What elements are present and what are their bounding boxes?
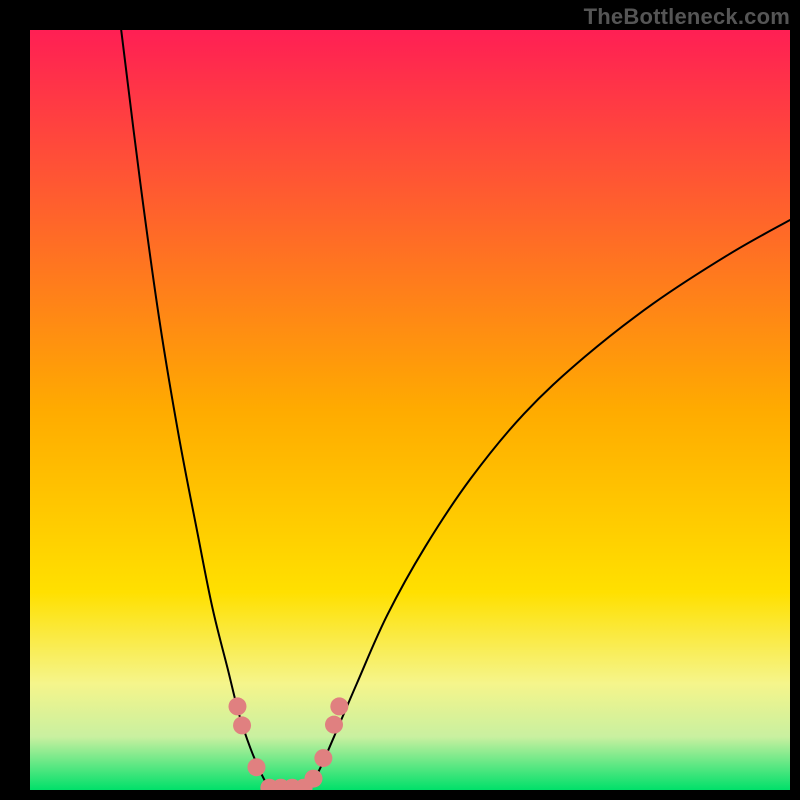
marker-right-dot-4	[330, 697, 348, 715]
chart-svg	[30, 30, 790, 790]
watermark-text: TheBottleneck.com	[584, 4, 790, 30]
marker-right-dot-1	[304, 770, 322, 788]
marker-left-dot-2	[233, 716, 251, 734]
marker-left-dot-3	[247, 758, 265, 776]
chart-background	[30, 30, 790, 790]
chart-frame: TheBottleneck.com	[0, 0, 800, 800]
marker-right-dot-3	[325, 716, 343, 734]
marker-left-dot-1	[228, 697, 246, 715]
marker-right-dot-2	[314, 749, 332, 767]
chart-plot-area	[30, 30, 790, 790]
